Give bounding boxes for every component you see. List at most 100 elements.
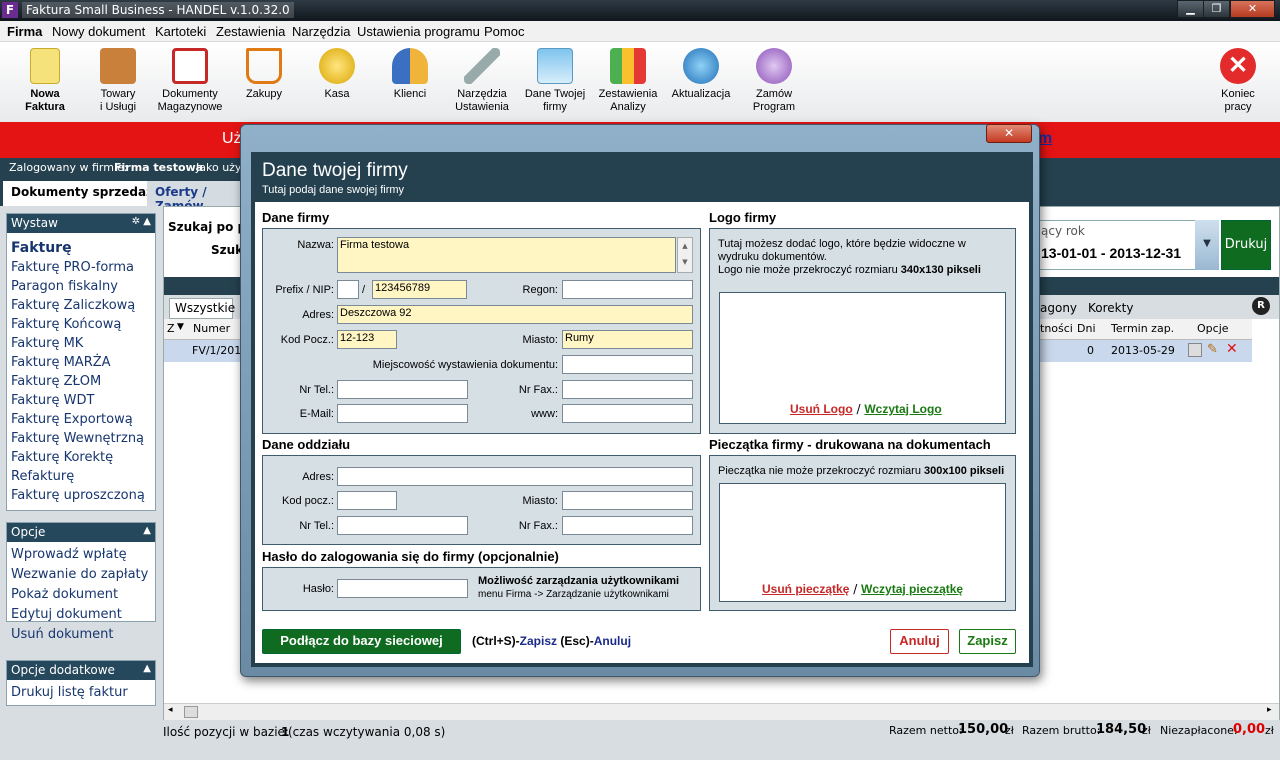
connect-network-db-button[interactable]: Podłącz do bazy sieciowej xyxy=(262,629,461,654)
password-field[interactable] xyxy=(337,579,468,598)
col-opcje[interactable]: Opcje xyxy=(1197,322,1229,335)
tools-button[interactable]: Narzędzia Ustawienia xyxy=(447,48,517,114)
menu-pomoc[interactable]: Pomoc xyxy=(484,24,524,39)
list-item[interactable]: Fakturę Zaliczkową xyxy=(7,296,155,315)
horizontal-scrollbar[interactable]: ◂ ▸ xyxy=(164,703,1279,720)
load-logo-link[interactable]: Wczytaj Logo xyxy=(864,402,941,416)
list-item[interactable]: Fakturę uproszczoną xyxy=(7,486,155,505)
maximize-button[interactable]: ❐ xyxy=(1203,0,1230,18)
list-item[interactable]: Fakturę WDT xyxy=(7,391,155,410)
delete-icon[interactable]: ✕ xyxy=(1226,341,1238,357)
edit-icon[interactable]: ✎ xyxy=(1207,342,1218,357)
nip-field[interactable]: 123456789 xyxy=(372,280,467,299)
subtab-paragony[interactable]: agony xyxy=(1040,301,1077,315)
list-item[interactable]: Fakturę Wewnętrzną xyxy=(7,429,155,448)
remove-logo-link[interactable]: Usuń Logo xyxy=(790,402,853,416)
scroll-left-icon[interactable]: ◂ xyxy=(168,705,173,715)
prefix-field[interactable] xyxy=(337,280,359,299)
branch-city-field[interactable] xyxy=(562,491,693,510)
list-item[interactable]: Usuń dokument xyxy=(7,625,155,645)
subtab-all[interactable]: Wszystkie xyxy=(169,298,235,319)
clients-button[interactable]: Klienci xyxy=(375,48,445,101)
list-item[interactable]: Fakturę PRO-forma xyxy=(7,258,155,277)
col-numer[interactable]: Numer xyxy=(193,322,230,335)
menu-kartoteki[interactable]: Kartoteki xyxy=(155,24,206,39)
list-item[interactable]: Fakturę MK xyxy=(7,334,155,353)
dialog-close-button[interactable]: ✕ xyxy=(986,124,1032,143)
print-button[interactable]: Drukuj xyxy=(1221,220,1271,270)
scroll-right-icon[interactable]: ▸ xyxy=(1267,705,1272,715)
branch-phone-field[interactable] xyxy=(337,516,468,535)
menu-zestawienia[interactable]: Zestawienia xyxy=(216,24,285,39)
list-item[interactable]: Paragon fiskalny xyxy=(7,277,155,296)
period-dropdown-icon[interactable]: ▼ xyxy=(1195,220,1219,270)
col-nosci[interactable]: tności xyxy=(1040,322,1073,335)
col-termin[interactable]: Termin zap. xyxy=(1111,322,1174,335)
list-item[interactable]: Fakturę Końcową xyxy=(7,315,155,334)
email-field[interactable] xyxy=(337,404,468,423)
list-item[interactable]: Fakturę xyxy=(7,239,155,258)
refresh-badge-icon[interactable]: R xyxy=(1252,297,1270,315)
toolbar-label: Zamów xyxy=(755,88,793,100)
menu-firma[interactable]: Firma xyxy=(7,24,42,39)
city-field[interactable]: Rumy xyxy=(562,330,693,349)
issue-place-field[interactable] xyxy=(562,355,693,374)
scroll-thumb[interactable] xyxy=(184,706,198,718)
load-stamp-link[interactable]: Wczytaj pieczątkę xyxy=(861,582,963,596)
collapse-icon[interactable]: ▲ xyxy=(143,663,151,674)
regon-field[interactable] xyxy=(562,280,693,299)
menu-bar: Firma Nowy dokument Kartoteki Zestawieni… xyxy=(0,21,1280,42)
products-button[interactable]: Towary i Usługi xyxy=(83,48,153,114)
preview-icon[interactable] xyxy=(1188,343,1202,357)
order-icon xyxy=(756,48,792,84)
cash-button[interactable]: Kasa xyxy=(302,48,372,101)
collapse-icon[interactable]: ✲ ▲ xyxy=(132,216,151,227)
tab-offers[interactable]: Oferty / Zamów xyxy=(147,181,247,213)
purchases-button[interactable]: Zakupy xyxy=(229,48,299,101)
new-invoice-button[interactable]: Nowa Faktura xyxy=(10,48,80,114)
list-item[interactable]: Fakturę Exportową xyxy=(7,410,155,429)
list-item[interactable]: Edytuj dokument xyxy=(7,605,155,625)
name-scrollbar[interactable]: ▲ ▼ xyxy=(677,237,693,273)
list-item[interactable]: Drukuj listę faktur xyxy=(7,683,155,703)
phone-field[interactable] xyxy=(337,380,468,399)
promo-link-right[interactable]: m xyxy=(1038,130,1052,148)
cancel-button[interactable]: Anuluj xyxy=(890,629,949,654)
collapse-icon[interactable]: ▲ xyxy=(143,525,151,536)
save-button[interactable]: Zapisz xyxy=(959,629,1016,654)
col-dni[interactable]: Dni xyxy=(1077,322,1096,335)
menu-nowy-dokument[interactable]: Nowy dokument xyxy=(52,24,145,39)
reports-button[interactable]: Zestawienia Analizy xyxy=(593,48,663,114)
exit-button[interactable]: ✕ Koniec pracy xyxy=(1203,48,1273,114)
update-button[interactable]: Aktualizacja xyxy=(666,48,736,101)
www-field[interactable] xyxy=(562,404,693,423)
name-field[interactable]: Firma testowa xyxy=(337,237,676,273)
order-program-button[interactable]: Zamów Program xyxy=(739,48,809,114)
subtab-korekty[interactable]: Korekty xyxy=(1088,301,1133,315)
list-item[interactable]: Fakturę MARŻA xyxy=(7,353,155,372)
remove-stamp-link[interactable]: Usuń pieczątkę xyxy=(762,582,849,596)
list-item[interactable]: Refakturę xyxy=(7,467,155,486)
window-close-button[interactable]: ✕ xyxy=(1230,0,1275,18)
tab-sales-docs[interactable]: Dokumenty sprzedaży xyxy=(3,181,169,206)
list-item[interactable]: Wezwanie do zapłaty xyxy=(7,565,155,585)
minimize-button[interactable]: ▁ xyxy=(1177,0,1204,18)
branch-postcode-field[interactable] xyxy=(337,491,397,510)
address-field[interactable]: Deszczowa 92 xyxy=(337,305,693,324)
branch-fax-field[interactable] xyxy=(562,516,693,535)
warehouse-docs-button[interactable]: Dokumenty Magazynowe xyxy=(155,48,225,114)
list-item[interactable]: Fakturę Korektę xyxy=(7,448,155,467)
list-item[interactable]: Pokaż dokument xyxy=(7,585,155,605)
fax-field[interactable] xyxy=(562,380,693,399)
list-item[interactable]: Wprowadź wpłatę xyxy=(7,545,155,565)
col-z[interactable]: Z xyxy=(167,322,175,335)
menu-narzedzia[interactable]: Narzędzia xyxy=(292,24,351,39)
menu-ustawienia[interactable]: Ustawienia programu xyxy=(357,24,480,39)
postcode-field[interactable]: 12-123 xyxy=(337,330,397,349)
filter-icon[interactable]: ▼ xyxy=(177,322,184,332)
company-data-button[interactable]: Dane Twojej firmy xyxy=(520,48,590,114)
period-select[interactable]: ący rok 13-01-01 - 2013-12-31 xyxy=(1034,220,1218,270)
branch-address-field[interactable] xyxy=(337,467,693,486)
currency: zł xyxy=(1265,724,1274,737)
list-item[interactable]: Fakturę ZŁOM xyxy=(7,372,155,391)
